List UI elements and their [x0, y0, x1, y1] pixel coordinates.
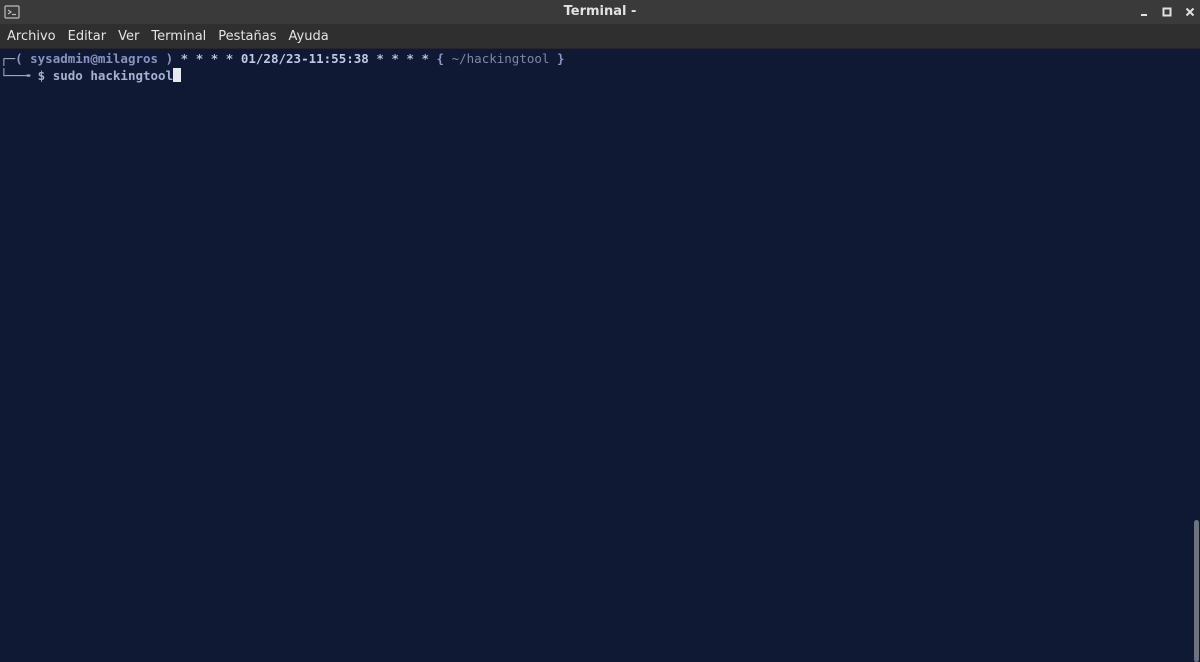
minimize-icon[interactable] — [1136, 4, 1152, 20]
prompt-open-brace: { — [436, 51, 452, 66]
menu-archivo[interactable]: Archivo — [3, 24, 63, 49]
maximize-icon[interactable] — [1159, 4, 1175, 20]
scrollbar-thumb[interactable] — [1194, 520, 1199, 662]
close-icon[interactable] — [1182, 4, 1198, 20]
prompt-path: ~/hackingtool — [451, 51, 550, 66]
scrollbar[interactable] — [1192, 50, 1200, 662]
prompt-close-brace: } — [549, 51, 565, 66]
prompt-corner-top: ┌─ — [0, 51, 16, 66]
menu-editar[interactable]: Editar — [64, 24, 114, 49]
prompt-user-host: sysadmin@milagros — [30, 51, 159, 66]
prompt-corner-bottom: └──╼ — [0, 68, 31, 83]
command-line[interactable]: └──╼ $ sudo hackingtool — [0, 67, 182, 84]
menu-pestanas[interactable]: Pestañas — [214, 24, 283, 49]
prompt-open-paren: ( — [15, 51, 31, 66]
prompt-datetime: 01/28/23-11:55:38 — [240, 51, 369, 66]
menu-terminal[interactable]: Terminal — [147, 24, 213, 49]
prompt-stars-right: * * * * — [368, 51, 437, 66]
command-text: sudo hackingtool — [52, 68, 174, 83]
menu-ayuda[interactable]: Ayuda — [285, 24, 336, 49]
prompt-stars-left: * * * * — [173, 51, 241, 66]
prompt-dollar: $ — [30, 68, 53, 83]
terminal-window: Terminal - Archivo Editar Ver Terminal P… — [0, 0, 1200, 662]
title-bar[interactable]: Terminal - — [0, 0, 1200, 24]
menu-bar: Archivo Editar Ver Terminal Pestañas Ayu… — [0, 24, 1200, 49]
prompt-close-paren: ) — [158, 51, 174, 66]
prompt-line: ┌─( sysadmin@milagros ) * * * * 01/28/23… — [0, 50, 565, 67]
text-cursor — [173, 68, 182, 82]
window-title: Terminal - — [563, 4, 637, 19]
terminal-output[interactable]: ┌─( sysadmin@milagros ) * * * * 01/28/23… — [0, 50, 1192, 662]
menu-ver[interactable]: Ver — [114, 24, 146, 49]
